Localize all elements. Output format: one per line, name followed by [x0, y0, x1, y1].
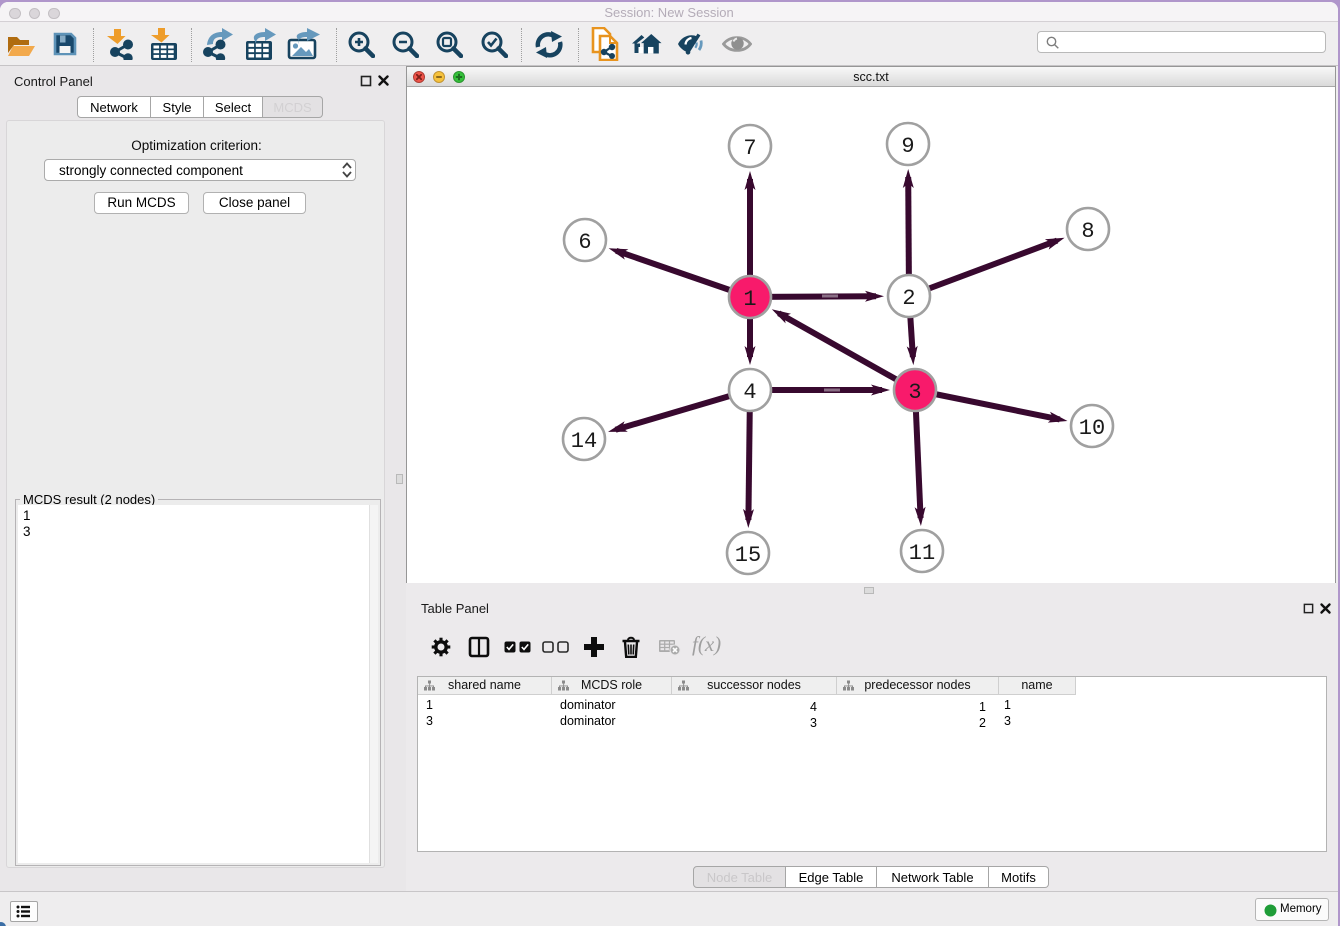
svg-text:4: 4 [743, 380, 756, 405]
svg-text:14: 14 [571, 429, 597, 454]
svg-text:3: 3 [908, 380, 921, 405]
svg-text:10: 10 [1079, 416, 1105, 441]
svg-text:1: 1 [743, 287, 756, 312]
svg-text:15: 15 [735, 543, 761, 568]
svg-text:7: 7 [743, 136, 756, 161]
svg-text:8: 8 [1081, 219, 1094, 244]
svg-text:11: 11 [909, 541, 935, 566]
svg-text:2: 2 [902, 286, 915, 311]
svg-text:6: 6 [578, 230, 591, 255]
svg-text:9: 9 [901, 134, 914, 159]
